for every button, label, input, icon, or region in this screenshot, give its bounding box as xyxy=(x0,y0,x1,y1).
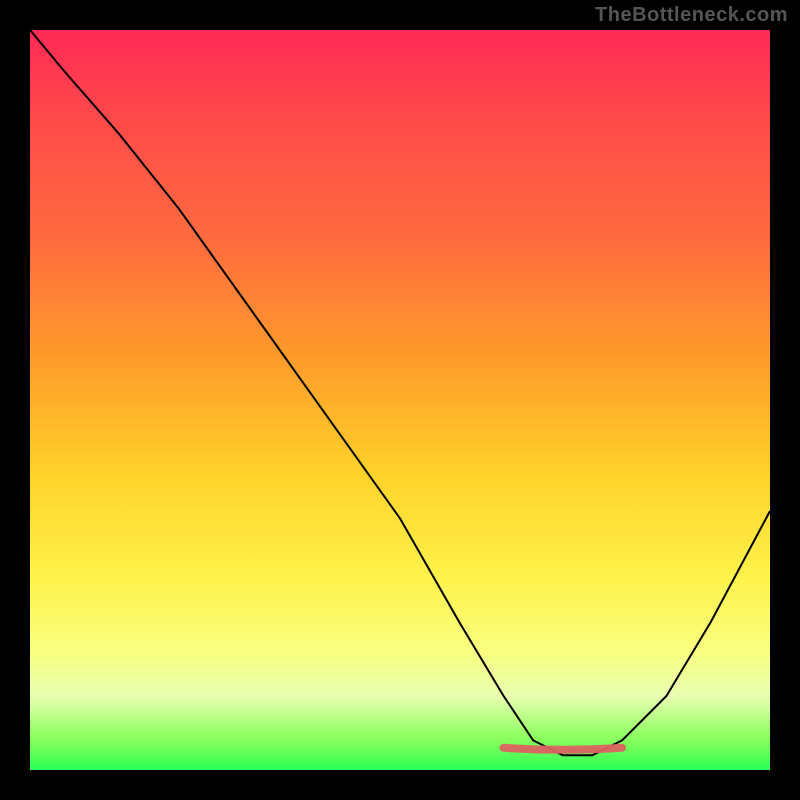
chart-container: TheBottleneck.com xyxy=(0,0,800,800)
curve-svg xyxy=(30,30,770,770)
optimal-plateau xyxy=(504,748,622,750)
watermark-text: TheBottleneck.com xyxy=(595,4,788,27)
bottleneck-curve xyxy=(30,30,770,755)
plot-area xyxy=(30,30,770,770)
